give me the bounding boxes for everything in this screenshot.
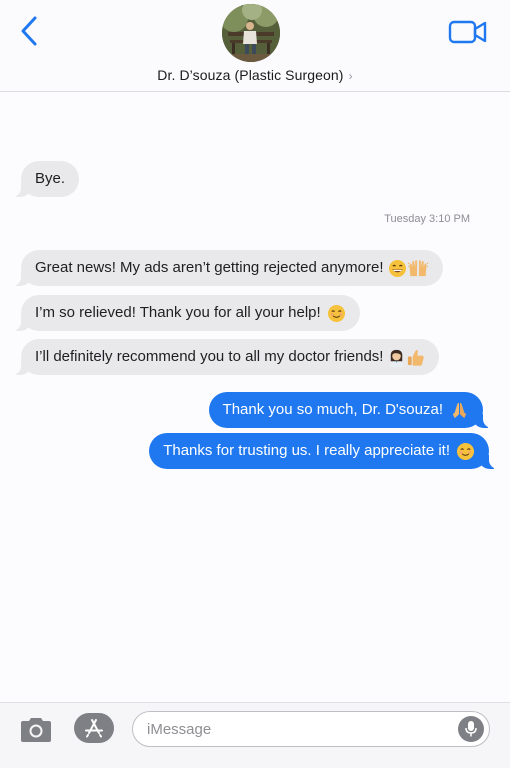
back-button[interactable] (14, 14, 44, 48)
compose-bar (0, 702, 510, 768)
app-store-button[interactable] (74, 713, 114, 743)
smiling-face-icon (456, 442, 475, 460)
camera-button[interactable] (19, 716, 53, 744)
contact-name-button[interactable]: Dr. D’souza (Plastic Surgeon) › (0, 67, 510, 83)
contact-name: Dr. D’souza (Plastic Surgeon) (157, 67, 344, 83)
message-text: Thanks for trusting us. I really appreci… (163, 442, 450, 459)
video-camera-icon (448, 20, 487, 44)
message-bubble-outgoing[interactable]: Thank you so much, Dr. D'souza! (208, 392, 493, 428)
message-text: Thank you so much, Dr. D'souza! (222, 401, 443, 418)
message-bubble-incoming[interactable]: I’ll definitely recommend you to all my … (11, 339, 440, 375)
thumbs-up-icon (408, 349, 425, 366)
message-input-container (132, 711, 490, 747)
folded-hands-icon (452, 402, 467, 418)
camera-icon (21, 718, 51, 742)
woman-health-worker-icon (390, 349, 404, 367)
facetime-video-button[interactable] (448, 18, 488, 46)
dictation-button[interactable] (458, 716, 484, 742)
message-bubble-outgoing[interactable]: Thanks for trusting us. I really appreci… (149, 433, 498, 469)
raising-hands-icon (407, 259, 428, 276)
conversation-header: Dr. D’souza (Plastic Surgeon) › (0, 0, 510, 92)
smiling-face-icon (327, 304, 345, 322)
message-text: I’ll definitely recommend you to all my … (35, 348, 384, 365)
contact-avatar[interactable] (222, 4, 280, 62)
imessage-input[interactable] (147, 712, 447, 746)
message-timestamp: Tuesday 3:10 PM (384, 213, 470, 225)
message-text: Great news! My ads aren’t getting reject… (35, 259, 384, 276)
message-bubble-incoming[interactable]: I’m so relieved! Thank you for all your … (12, 295, 360, 331)
app-store-icon (85, 719, 103, 738)
message-text: I’m so relieved! Thank you for all your … (35, 304, 321, 321)
chevron-right-icon: › (348, 69, 353, 83)
grinning-face-icon (388, 259, 406, 277)
chevron-left-icon (21, 16, 37, 46)
microphone-icon (465, 721, 477, 737)
message-text: Bye. (35, 170, 66, 187)
message-bubble-incoming[interactable]: Great news! My ads aren’t getting reject… (12, 250, 443, 286)
message-bubble-incoming[interactable]: Bye. (11, 161, 80, 197)
